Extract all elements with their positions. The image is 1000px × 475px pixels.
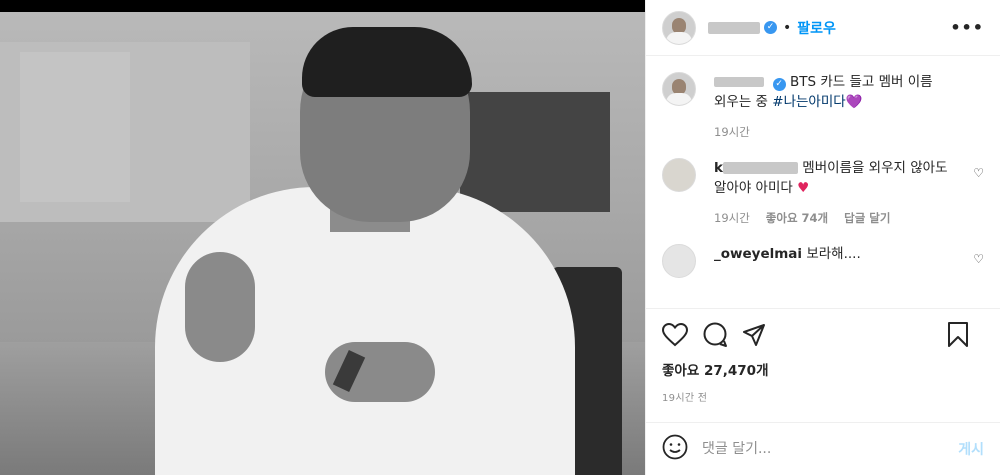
comment-like-icon[interactable]: ♡ bbox=[973, 252, 984, 266]
author-avatar[interactable] bbox=[662, 10, 696, 45]
emoji-smiley-icon[interactable] bbox=[662, 434, 688, 464]
username-blur bbox=[708, 21, 760, 34]
comments-section: ✓ BTS 카드 들고 멤버 이름 외우는 중 #나는아미다💜 19시간 k 멤… bbox=[646, 56, 1000, 308]
caption-time[interactable]: 19시간 bbox=[714, 124, 750, 140]
comment-input[interactable] bbox=[700, 440, 959, 458]
comment-row: k 멤버이름을 외우지 않아도 알아야 아미다 ♥ 19시간 좋아요 74개 답… bbox=[662, 158, 984, 226]
like-heart-icon[interactable] bbox=[662, 323, 688, 347]
post-actions: 좋아요 27,470개 19시간 전 bbox=[646, 308, 1000, 404]
caption-username[interactable] bbox=[714, 74, 769, 90]
post-container: ✓ • 팔로우 ••• ✓ BTS 카드 들고 멤버 이름 외우는 중 #나는아… bbox=[0, 0, 1000, 475]
separator-dot: • bbox=[783, 19, 792, 36]
commenter-avatar[interactable] bbox=[662, 158, 696, 192]
caption-meta: 19시간 bbox=[714, 124, 949, 140]
commenter-username[interactable]: k bbox=[714, 160, 798, 176]
caption-avatar[interactable] bbox=[662, 72, 696, 106]
photo-scene bbox=[0, 12, 645, 475]
comment-text: 보라해.... bbox=[806, 246, 861, 262]
comment-row: _oweyelmai 보라해.... ♡ bbox=[662, 244, 984, 278]
comment-likes[interactable]: 좋아요 74개 bbox=[766, 210, 828, 226]
post-photo[interactable] bbox=[0, 0, 645, 475]
likes-count[interactable]: 좋아요 27,470개 bbox=[662, 359, 984, 379]
post-side-panel: ✓ • 팔로우 ••• ✓ BTS 카드 들고 멤버 이름 외우는 중 #나는아… bbox=[645, 0, 1000, 475]
post-header: ✓ • 팔로우 ••• bbox=[646, 0, 1000, 56]
post-time[interactable]: 19시간 전 bbox=[662, 389, 984, 404]
comment-text-block: _oweyelmai 보라해.... bbox=[714, 244, 861, 264]
comment-like-icon[interactable]: ♡ bbox=[973, 166, 984, 180]
verified-icon: ✓ bbox=[764, 21, 777, 34]
caption-hashtag[interactable]: #나는아미다 bbox=[772, 94, 845, 110]
action-icons bbox=[662, 315, 984, 355]
purple-heart-icon: 💜 bbox=[845, 94, 863, 110]
comment-bubble-icon[interactable] bbox=[702, 322, 728, 348]
more-options-icon[interactable]: ••• bbox=[950, 18, 984, 37]
comment-text-block: k 멤버이름을 외우지 않아도 알아야 아미다 ♥ bbox=[714, 158, 949, 198]
verified-icon: ✓ bbox=[772, 78, 786, 91]
author-username[interactable]: ✓ bbox=[708, 21, 777, 34]
bookmark-icon[interactable] bbox=[946, 322, 970, 348]
add-comment-bar: 게시 bbox=[646, 422, 1000, 475]
commenter-username[interactable]: _oweyelmai bbox=[714, 246, 802, 262]
post-comment-button[interactable]: 게시 bbox=[958, 439, 984, 459]
comment-meta: 19시간 좋아요 74개 답글 달기 bbox=[714, 210, 949, 226]
comment-time[interactable]: 19시간 bbox=[714, 210, 750, 226]
caption-text-block: ✓ BTS 카드 들고 멤버 이름 외우는 중 #나는아미다💜 bbox=[714, 72, 949, 112]
caption-row: ✓ BTS 카드 들고 멤버 이름 외우는 중 #나는아미다💜 19시간 bbox=[662, 72, 984, 140]
red-heart-icon: ♥ bbox=[797, 180, 810, 196]
follow-button[interactable]: 팔로우 bbox=[797, 18, 836, 38]
reply-button[interactable]: 답글 달기 bbox=[844, 210, 890, 226]
commenter-avatar[interactable] bbox=[662, 244, 696, 278]
share-send-icon[interactable] bbox=[742, 323, 766, 347]
